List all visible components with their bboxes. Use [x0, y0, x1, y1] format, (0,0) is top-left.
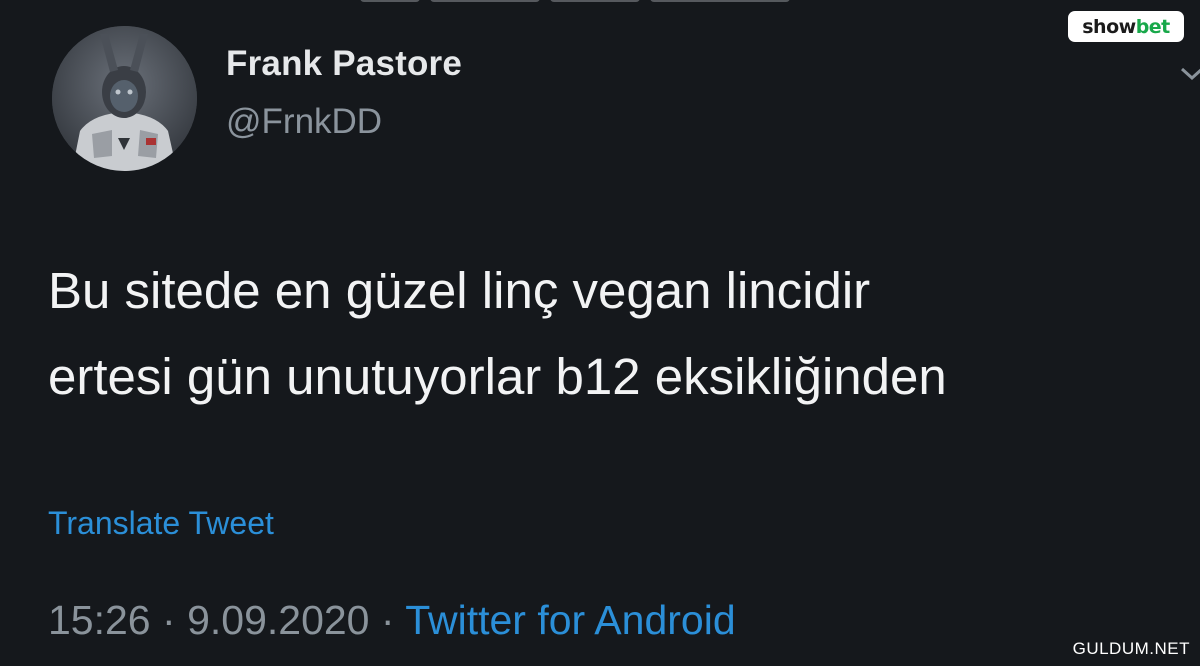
display-name[interactable]: Frank Pastore [226, 44, 462, 84]
site-watermark: GULDUM.NET [1072, 639, 1190, 658]
user-handle[interactable]: @FrnkDD [226, 102, 382, 142]
tweet-meta: 15:26 · 9.09.2020 · Twitter for Android [48, 597, 736, 644]
chevron-down-icon[interactable] [1180, 60, 1200, 86]
tweet-text-line: ertesi gün unutuyorlar b12 eksikliğinden [48, 348, 947, 405]
meta-separator: · [380, 597, 395, 643]
avatar-astronaut-image [52, 26, 197, 171]
cropped-previous-text [360, 0, 830, 8]
tweet-source-link[interactable]: Twitter for Android [405, 597, 735, 643]
avatar[interactable] [52, 26, 197, 171]
tweet-text-line: Bu sitede en güzel linç vegan lincidir [48, 262, 871, 319]
tweet-time[interactable]: 15:26 [48, 597, 151, 643]
brand-watermark-logo: show bet [1068, 11, 1184, 42]
tweet-date[interactable]: 9.09.2020 [187, 597, 369, 643]
translate-tweet-link[interactable]: Translate Tweet [48, 505, 274, 542]
tweet-text: Bu sitede en güzel linç vegan lincidir e… [48, 248, 1178, 420]
meta-separator: · [162, 597, 176, 643]
